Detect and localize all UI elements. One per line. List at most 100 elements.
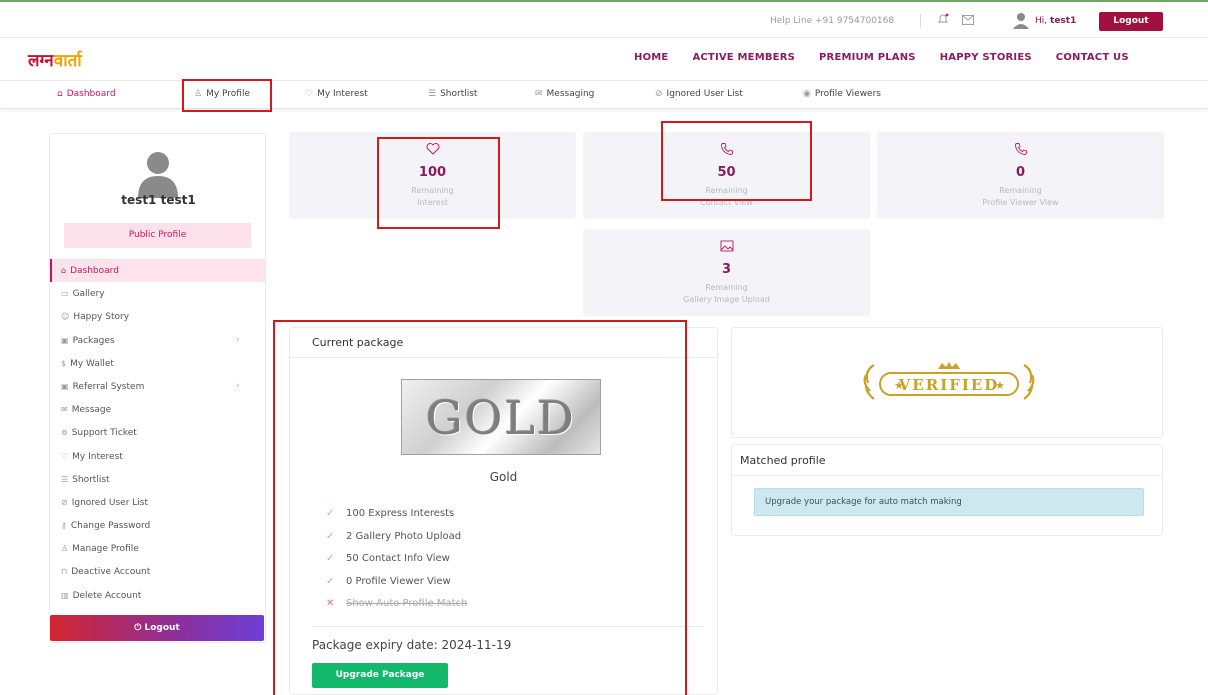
sidebar-item-referral-system[interactable]: ▣ Referral System › <box>50 375 266 398</box>
public-profile-button[interactable]: Public Profile <box>64 223 251 248</box>
user-avatar-icon[interactable] <box>1012 11 1030 29</box>
verified-text: VERIFIED <box>898 376 1000 394</box>
stat-card-gallery-upload: 3 Remaining Gallery Image Upload <box>583 229 870 316</box>
image-icon: ▭ <box>61 289 69 299</box>
package-icon: ▣ <box>61 335 69 345</box>
mail-icon: ✉ <box>61 405 68 415</box>
subnav-label: My Interest <box>317 89 368 99</box>
sidebar-item-label: Packages <box>72 335 115 346</box>
subnav-label: Ignored User List <box>666 89 743 99</box>
sidebar-item-label: Support Ticket <box>71 428 137 439</box>
sidebar-item-label: Happy Story <box>73 312 130 323</box>
sidebar-item-label: Shortlist <box>72 474 110 485</box>
verified-card: ★ ★ VERIFIED <box>731 327 1163 438</box>
highlight-box-my-profile <box>182 79 272 112</box>
stat-label: Gallery Image Upload <box>683 295 770 304</box>
matched-profile-card: Matched profile Upgrade your package for… <box>731 444 1163 536</box>
eye-icon: ◉ <box>803 89 811 99</box>
bell-icon[interactable] <box>937 13 949 25</box>
main-navigation: लग्नवार्ता HOME ACTIVE MEMBERS PREMIUM P… <box>0 38 1208 81</box>
profile-name: test1 test1 <box>121 193 196 207</box>
sidebar-item-my-interest[interactable]: ♡ My Interest <box>50 445 266 468</box>
stat-value: 0 <box>1015 165 1026 180</box>
subnav-messaging[interactable]: ✉ Messaging <box>535 89 594 99</box>
brand-part2: वार्ता <box>53 51 82 71</box>
list-icon: ☰ <box>61 474 69 484</box>
profile-avatar <box>138 152 178 198</box>
subnav-label: Dashboard <box>66 89 116 99</box>
trash-icon: ▥ <box>61 590 69 600</box>
chevron-right-icon: › <box>236 380 240 391</box>
heart-icon: ♡ <box>305 89 314 99</box>
sidebar-item-label: Dashboard <box>70 266 119 276</box>
nav-happy-stories[interactable]: HAPPY STORIES <box>940 52 1032 63</box>
subnav-label: Messaging <box>546 89 595 99</box>
sidebar-menu: ⌂ Dashboard ▭ Gallery ☺ Happy Story ▣ Packag… <box>50 259 266 607</box>
subnav-my-interest[interactable]: ♡ My Interest <box>305 89 368 99</box>
stat-label: Profile Viewer View <box>982 198 1059 207</box>
sidebar-item-change-password[interactable]: ⚷ Change Password <box>50 514 266 537</box>
greeting: Hi, test1 <box>1035 16 1076 26</box>
home-icon: ⌂ <box>61 266 67 275</box>
matched-profile-header: Matched profile <box>732 445 1162 476</box>
nav-contact-us[interactable]: CONTACT US <box>1056 52 1129 63</box>
sidebar-item-support-ticket[interactable]: ⊚ Support Ticket <box>50 421 266 444</box>
greeting-prefix: Hi, <box>1035 16 1048 26</box>
stat-label: Remaining <box>999 186 1042 195</box>
sidebar-item-delete-account[interactable]: ▥ Delete Account <box>50 584 266 607</box>
key-icon: ⚷ <box>61 521 67 531</box>
subnav-shortlist[interactable]: ☰ Shortlist <box>428 89 477 99</box>
sidebar-item-label: Ignored User List <box>71 497 149 508</box>
stat-card-profile-viewer: 0 Remaining Profile Viewer View <box>877 132 1164 219</box>
sidebar-item-label: Change Password <box>70 521 151 532</box>
sidebar-logout-label: Logout <box>144 623 180 633</box>
helpline-text: Help Line +91 9754700168 <box>770 16 895 26</box>
sidebar-item-happy-story[interactable]: ☺ Happy Story <box>50 305 266 328</box>
sidebar-item-label: Deactive Account <box>71 567 151 578</box>
phone-icon <box>1014 143 1027 155</box>
nav-home[interactable]: HOME <box>634 52 668 63</box>
mail-icon[interactable] <box>962 15 974 25</box>
lock-icon: ⊓ <box>61 567 68 577</box>
utility-bar: Help Line +91 9754700168 Hi, test1 Logou… <box>0 2 1208 38</box>
sidebar-item-label: Delete Account <box>72 590 142 601</box>
support-icon: ⊚ <box>61 428 68 438</box>
dollar-icon: $ <box>61 358 67 368</box>
subnav-profile-viewers[interactable]: ◉ Profile Viewers <box>803 89 881 99</box>
stat-value: 3 <box>721 262 732 277</box>
subnav-label: Profile Viewers <box>814 89 881 99</box>
sidebar-item-dashboard[interactable]: ⌂ Dashboard <box>50 259 266 283</box>
nav-active-members[interactable]: ACTIVE MEMBERS <box>692 52 795 63</box>
subnav-dashboard[interactable]: ⌂ Dashboard <box>57 89 116 99</box>
sidebar-item-gallery[interactable]: ▭ Gallery <box>50 282 266 305</box>
verified-badge: ★ ★ VERIFIED <box>863 362 1035 400</box>
sidebar-item-deactive-account[interactable]: ⊓ Deactive Account <box>50 560 266 583</box>
brand-logo[interactable]: लग्नवार्ता <box>28 48 82 71</box>
brand-part1: लग्न <box>28 51 54 71</box>
nav-premium-plans[interactable]: PREMIUM PLANS <box>819 52 916 63</box>
logout-button-top[interactable]: Logout <box>1099 12 1163 31</box>
sidebar-item-packages[interactable]: ▣ Packages › <box>50 329 266 352</box>
sidebar-logout-button[interactable]: ⏻ Logout <box>50 615 264 641</box>
home-icon: ⌂ <box>57 89 63 99</box>
upgrade-alert: Upgrade your package for auto match maki… <box>754 488 1144 516</box>
sidebar-item-my-wallet[interactable]: $ My Wallet <box>50 352 266 375</box>
nav-links: HOME ACTIVE MEMBERS PREMIUM PLANS HAPPY … <box>634 52 1153 63</box>
greeting-username: test1 <box>1050 16 1077 26</box>
sidebar-item-shortlist[interactable]: ☰ Shortlist <box>50 468 266 491</box>
sidebar-item-manage-profile[interactable]: ♙ Manage Profile <box>50 537 266 560</box>
block-icon: ⊘ <box>655 89 663 99</box>
list-icon: ☰ <box>428 89 437 99</box>
stat-label: Remaining <box>705 283 748 292</box>
profile-sidebar: test1 test1 Public Profile ⌂ Dashboard ▭ G… <box>49 133 266 643</box>
sidebar-item-ignored-user-list[interactable]: ⊘ Ignored User List <box>50 491 266 514</box>
highlight-box-current-package <box>273 320 687 695</box>
referral-icon: ▣ <box>61 381 69 391</box>
subnav-ignored-user-list[interactable]: ⊘ Ignored User List <box>655 89 743 99</box>
subnav-label: Shortlist <box>440 89 478 99</box>
happy-icon: ☺ <box>61 312 70 322</box>
chevron-right-icon: › <box>236 334 240 345</box>
heart-icon: ♡ <box>61 451 69 461</box>
sidebar-item-message[interactable]: ✉ Message <box>50 398 266 421</box>
user-icon: ♙ <box>61 544 69 554</box>
